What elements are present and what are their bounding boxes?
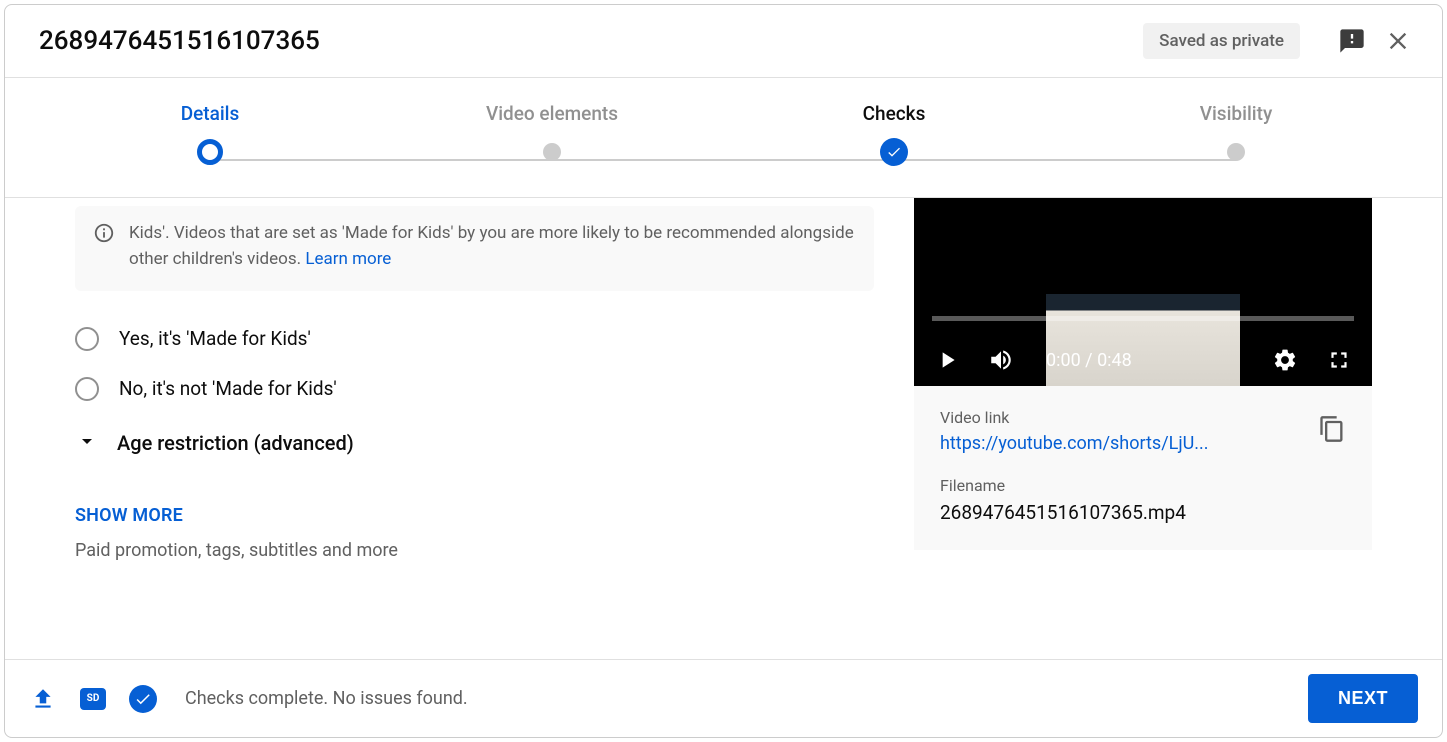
footer-status-text: Checks complete. No issues found. <box>185 688 1286 709</box>
close-icon[interactable] <box>1382 25 1414 57</box>
show-more-subtitle: Paid promotion, tags, subtitles and more <box>75 540 874 561</box>
step-details[interactable]: Details <box>110 102 310 165</box>
show-more-button[interactable]: SHOW MORE <box>75 505 874 526</box>
feedback-icon[interactable] <box>1336 25 1368 57</box>
upload-complete-icon <box>29 685 57 713</box>
audience-info-box: Kids'. Videos that are set as 'Made for … <box>75 206 874 291</box>
step-label: Details <box>110 102 310 125</box>
progress-bar[interactable] <box>932 316 1354 321</box>
stepper: Details Video elements Checks Visibility <box>5 78 1442 198</box>
learn-more-link[interactable]: Learn more <box>305 249 391 269</box>
video-link-label: Video link <box>940 408 1209 427</box>
info-icon <box>93 222 115 244</box>
radio-icon <box>75 377 99 401</box>
step-checks[interactable]: Checks <box>794 102 994 166</box>
age-restriction-expander[interactable]: Age restriction (advanced) <box>75 429 874 457</box>
filename-value: 2689476451516107365.mp4 <box>940 501 1346 524</box>
radio-icon <box>75 327 99 351</box>
checks-complete-icon <box>129 685 157 713</box>
saved-status-chip: Saved as private <box>1143 23 1300 59</box>
info-text: Kids'. Videos that are set as 'Made for … <box>129 220 856 273</box>
copy-icon[interactable] <box>1318 415 1346 447</box>
step-label: Checks <box>794 102 994 125</box>
step-label: Visibility <box>1136 102 1336 125</box>
settings-gear-icon[interactable] <box>1272 347 1298 373</box>
step-video-elements[interactable]: Video elements <box>452 102 652 161</box>
video-player[interactable]: 0:00 / 0:48 <box>914 198 1372 386</box>
radio-label: No, it's not 'Made for Kids' <box>119 377 337 400</box>
page-title: 2689476451516107365 <box>39 26 1143 56</box>
radio-made-for-kids-no[interactable]: No, it's not 'Made for Kids' <box>75 377 874 401</box>
age-restriction-label: Age restriction (advanced) <box>117 431 354 455</box>
radio-label: Yes, it's 'Made for Kids' <box>119 327 311 350</box>
sd-badge-icon: SD <box>79 685 107 713</box>
filename-label: Filename <box>940 476 1346 495</box>
next-button[interactable]: NEXT <box>1308 674 1418 723</box>
video-link-url[interactable]: https://youtube.com/shorts/LjU... <box>940 433 1209 454</box>
fullscreen-icon[interactable] <box>1326 347 1352 373</box>
radio-made-for-kids-yes[interactable]: Yes, it's 'Made for Kids' <box>75 327 874 351</box>
chevron-down-icon <box>75 429 99 457</box>
step-visibility[interactable]: Visibility <box>1136 102 1336 161</box>
play-icon[interactable] <box>934 347 960 373</box>
player-time: 0:00 / 0:48 <box>1046 350 1244 371</box>
step-label: Video elements <box>452 102 652 125</box>
volume-icon[interactable] <box>988 347 1014 373</box>
